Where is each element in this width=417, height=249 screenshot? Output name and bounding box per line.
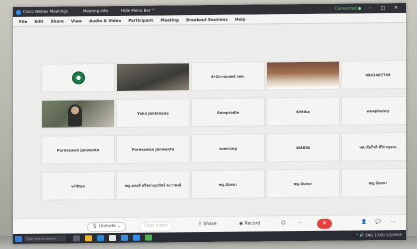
- close-button[interactable]: ✕: [391, 3, 401, 13]
- participant-tile[interactable]: พญ.นันทนา: [191, 169, 265, 200]
- taskbar-search-input[interactable]: Type here to search: [24, 235, 66, 242]
- participant-name: พญ.นันทนา: [368, 180, 388, 185]
- participant-tile[interactable]: สำนักงานแพทย์ กทพ.: [191, 61, 265, 92]
- participant-tile[interactable]: Kittika: [266, 96, 340, 127]
- app-title: Cisco Webex Meetings: [16, 6, 68, 17]
- menu-file[interactable]: File: [19, 19, 27, 24]
- menu-share[interactable]: Share: [51, 19, 64, 24]
- participant-grid: สำนักงานแพทย์ กทพ. 0841407749 Yuka Janta…: [41, 59, 406, 204]
- participant-name: พญ.ดลฤดี ศรีชยางกูรภัทร์ ตะวาพงศ์: [124, 182, 182, 188]
- task-view-icon[interactable]: [73, 235, 80, 242]
- minimize-button[interactable]: –: [365, 3, 375, 13]
- menu-audio-video[interactable]: Audio & Video: [89, 18, 121, 23]
- maximize-button[interactable]: □: [378, 3, 388, 13]
- edge-browser-icon[interactable]: [97, 235, 104, 242]
- participants-button[interactable]: 👤: [361, 215, 367, 231]
- hide-menu-bar-button[interactable]: Hide Menu Bar ^: [121, 6, 155, 16]
- share-icon: ⇪: [198, 222, 202, 228]
- participant-tile-video-person[interactable]: [41, 98, 115, 129]
- more-icon: ⋯: [391, 220, 396, 226]
- participant-name: wnaphoncy: [366, 108, 390, 113]
- file-explorer-icon[interactable]: [85, 235, 92, 242]
- participant-name: พญ.นันทนา: [218, 182, 238, 187]
- unmute-button[interactable]: 🎙 Unmute ⌄: [87, 221, 126, 233]
- record-icon: ◉: [239, 221, 244, 227]
- share-button[interactable]: ⇪ Share: [198, 217, 217, 233]
- participant-name: WARIN: [296, 145, 310, 150]
- participant-tile[interactable]: vrittya: [41, 170, 115, 201]
- participant-name: Kittika: [296, 109, 310, 114]
- webex-logo-icon: [16, 9, 21, 15]
- start-video-label: Start video: [144, 223, 168, 229]
- chat-button[interactable]: 💬: [375, 215, 381, 231]
- photo-scene: Cisco Webex Meetings Meeting info Hide M…: [0, 0, 417, 249]
- end-meeting-button[interactable]: ✕: [317, 218, 332, 229]
- participant-tile[interactable]: นพ.เจือกีรติ ศิริกาญจนะ: [341, 131, 406, 162]
- share-label: Share: [203, 221, 217, 228]
- mail-icon[interactable]: [121, 234, 128, 241]
- tray-date: 1/2/2565: [385, 232, 402, 238]
- webex-window: Cisco Webex Meetings Meeting info Hide M…: [13, 2, 406, 245]
- close-icon: ✕: [321, 219, 328, 227]
- chrome-icon[interactable]: [145, 234, 152, 241]
- participant-tile[interactable]: Aumpradie: [191, 97, 265, 128]
- menu-view[interactable]: View: [71, 18, 82, 23]
- participant-tile[interactable]: WARIN: [266, 132, 340, 163]
- participant-tile[interactable]: wnaphoncy: [341, 95, 406, 126]
- meeting-info-link[interactable]: Meeting info: [83, 6, 108, 16]
- participant-tile[interactable]: somrung: [191, 133, 265, 164]
- start-video-button[interactable]: Start video: [139, 221, 173, 232]
- more-options-button[interactable]: ⋯: [298, 216, 303, 232]
- participant-name: Pornsawan Janwanta: [131, 146, 175, 152]
- store-icon[interactable]: [109, 234, 116, 242]
- participant-tile[interactable]: พญ.ดลฤดี ศรีชยางกูรภัทร์ ตะวาพงศ์: [116, 170, 190, 200]
- participants-icon: 👤: [361, 220, 367, 226]
- participant-tile[interactable]: พญ.นันทนา: [266, 168, 340, 199]
- chevron-down-icon[interactable]: ⌄: [117, 224, 121, 229]
- more-icon: ⋯: [298, 221, 303, 227]
- participant-name: Aumpradie: [216, 110, 240, 115]
- participant-tile-logo[interactable]: [41, 62, 115, 93]
- unmute-label: Unmute: [98, 223, 116, 230]
- participant-name: นพ.เจือกีรติ ศิริกาญจนะ: [359, 144, 397, 149]
- participant-name: somrung: [219, 146, 237, 151]
- menu-help[interactable]: Help: [235, 17, 245, 22]
- participant-tile[interactable]: Pornsawan Janwanta: [41, 134, 115, 165]
- menu-participant[interactable]: Participant: [128, 18, 153, 23]
- webex-taskbar-icon[interactable]: [133, 234, 140, 241]
- record-button[interactable]: ◉ Record: [239, 216, 260, 232]
- person-face: [71, 106, 79, 115]
- chat-icon: 💬: [375, 220, 381, 226]
- participant-name: 0841407749: [365, 72, 391, 77]
- menu-meeting[interactable]: Meeting: [160, 17, 178, 22]
- emoji-icon: ☺: [281, 221, 286, 227]
- participant-tile[interactable]: พญ.นันทนา: [341, 167, 406, 198]
- participant-tile-video-room[interactable]: [116, 62, 190, 92]
- panel-more-button[interactable]: ⋯: [391, 215, 396, 231]
- participant-tile[interactable]: Pornsawan Janwanta: [116, 134, 190, 164]
- participant-name: พญ.นันทนา: [293, 181, 313, 186]
- windows-start-icon[interactable]: [15, 235, 22, 243]
- participant-tile[interactable]: Yuka Jantanpaa: [116, 98, 190, 128]
- organization-logo-icon: [71, 71, 85, 85]
- app-title-text: Cisco Webex Meetings: [23, 8, 68, 14]
- participant-tile[interactable]: 0841407749: [341, 59, 406, 90]
- menu-breakout-sessions[interactable]: Breakout Sessions: [186, 17, 228, 22]
- tray-status: ^ 🔊 ENG 13:00: [355, 233, 385, 238]
- microphone-icon: 🎙: [92, 224, 98, 230]
- participant-name: vrittya: [71, 183, 85, 188]
- record-label: Record: [244, 221, 261, 227]
- participant-name: สำนักงานแพทย์ กทพ.: [211, 74, 245, 79]
- reactions-button[interactable]: ☺: [281, 216, 286, 232]
- participant-name: Yuka Jantanpaa: [137, 110, 169, 116]
- menu-edit[interactable]: Edit: [34, 19, 43, 24]
- system-tray[interactable]: ^ 🔊 ENG 13:00 1/2/2565: [356, 230, 402, 240]
- participant-tile-video-stage[interactable]: [266, 60, 340, 91]
- participant-name: Pornsawan Janwanta: [56, 147, 100, 153]
- connection-status: Connected ●: [335, 5, 362, 11]
